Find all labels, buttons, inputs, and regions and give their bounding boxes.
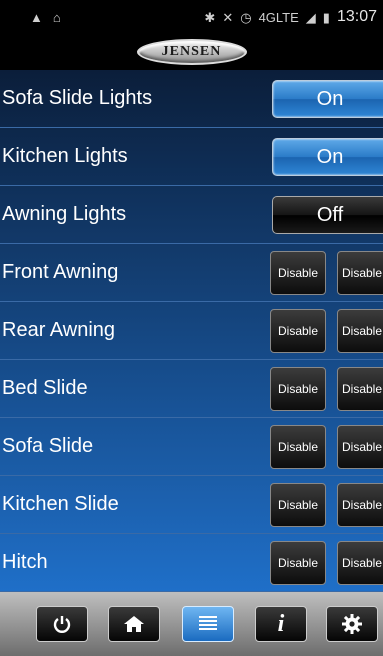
tag-icon: ⌂ xyxy=(52,9,61,25)
info-button[interactable]: i xyxy=(255,606,307,642)
row-label: Bed Slide xyxy=(2,377,88,399)
mute-icon: ✕ xyxy=(222,9,234,25)
row-label: Hitch xyxy=(2,551,48,573)
control-row: Awning Lights Off xyxy=(0,186,383,244)
control-row: Front Awning Disable Disable xyxy=(0,244,383,302)
control-list: Sofa Slide Lights On Kitchen Lights On Awnin… xyxy=(0,70,383,592)
control-row: Kitchen Slide Disable Disable xyxy=(0,476,383,534)
row-label: Kitchen Slide xyxy=(2,493,119,515)
control-row: Bed Slide Disable Disable xyxy=(0,360,383,418)
control-row: Rear Awning Disable Disable xyxy=(0,302,383,360)
status-time: 13:07 xyxy=(336,8,377,25)
disable-button-right[interactable]: Disable xyxy=(337,425,383,469)
power-icon xyxy=(53,616,71,633)
row-label: Front Awning xyxy=(2,261,119,283)
row-label: Kitchen Lights xyxy=(2,145,128,167)
control-row: Kitchen Lights On xyxy=(0,128,383,186)
status-bar: ▲ ⌂ ✱ ✕ ◷ 4GLTE ◢ ▮ 13:07 xyxy=(0,0,383,34)
control-row: Hitch Disable Disable xyxy=(0,534,383,592)
toggle-button[interactable]: Off xyxy=(272,196,383,234)
alarm-icon: ◷ xyxy=(240,9,252,25)
disable-button-right[interactable]: Disable xyxy=(337,541,383,585)
disable-button-right[interactable]: Disable xyxy=(337,251,383,295)
disable-button-left[interactable]: Disable xyxy=(270,483,326,527)
status-right: ✱ ✕ ◷ 4GLTE ◢ ▮ 13:07 xyxy=(204,8,377,26)
home-icon xyxy=(124,616,144,632)
row-label: Awning Lights xyxy=(2,203,127,225)
power-button[interactable] xyxy=(36,606,88,642)
battery-icon: ▮ xyxy=(322,9,330,25)
disable-button-right[interactable]: Disable xyxy=(337,367,383,411)
control-row: Sofa Slide Disable Disable xyxy=(0,418,383,476)
disable-button-left[interactable]: Disable xyxy=(270,541,326,585)
menu-list-button[interactable] xyxy=(182,606,234,642)
disable-button-right[interactable]: Disable xyxy=(337,483,383,527)
bottom-toolbar: i xyxy=(0,592,383,656)
disable-button-left[interactable]: Disable xyxy=(270,309,326,353)
menu-list-icon xyxy=(199,616,217,630)
status-left: ▲ ⌂ xyxy=(30,11,61,24)
toggle-button[interactable]: On xyxy=(272,138,383,176)
toggle-button[interactable]: On xyxy=(272,80,383,118)
row-label: Sofa Slide Lights xyxy=(2,87,153,109)
disable-button-right[interactable]: Disable xyxy=(337,309,383,353)
row-label: Rear Awning xyxy=(2,319,116,341)
home-button[interactable] xyxy=(108,606,160,642)
network-type: 4GLTE xyxy=(258,9,299,25)
logo-text: JENSEN xyxy=(161,44,222,59)
signal-icon: ◢ xyxy=(305,9,316,25)
bluetooth-icon: ✱ xyxy=(204,9,216,25)
row-label: Sofa Slide xyxy=(2,435,94,457)
control-row: Sofa Slide Lights On xyxy=(0,70,383,128)
disable-button-left[interactable]: Disable xyxy=(270,251,326,295)
jensen-logo: JENSEN xyxy=(136,39,247,65)
disable-button-left[interactable]: Disable xyxy=(270,425,326,469)
gear-icon xyxy=(342,614,362,634)
app-notification-icon: ▲ xyxy=(30,9,43,25)
brand-bar: JENSEN xyxy=(0,34,383,70)
settings-button[interactable] xyxy=(326,606,378,642)
info-icon: i xyxy=(277,610,285,637)
disable-button-left[interactable]: Disable xyxy=(270,367,326,411)
